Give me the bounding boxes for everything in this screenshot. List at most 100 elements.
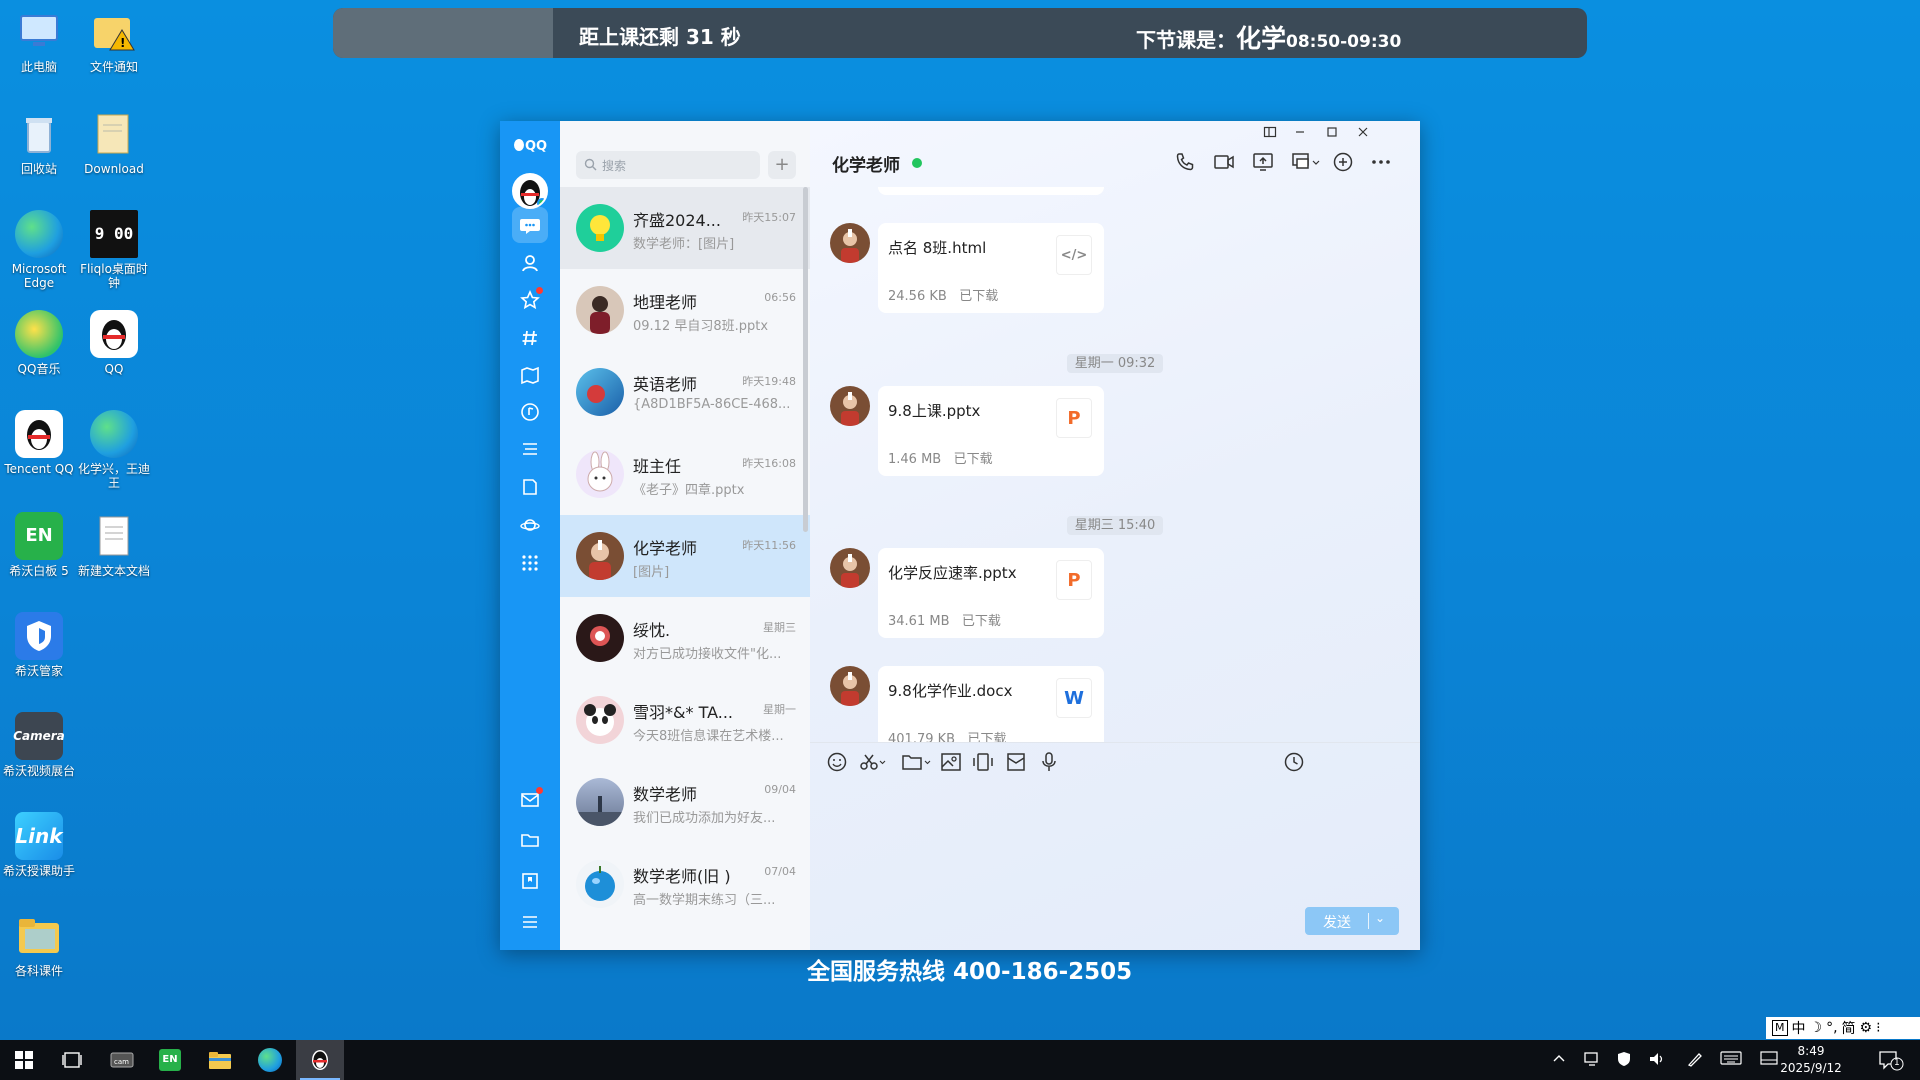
volume-button[interactable]: [1648, 1051, 1666, 1071]
taskbar-file-explorer[interactable]: [196, 1040, 244, 1080]
red-packet-button[interactable]: [1005, 751, 1027, 777]
start-button[interactable]: [0, 1040, 48, 1080]
nav-bookmarks[interactable]: [512, 863, 548, 899]
desktop-icon-file-notice[interactable]: ! 文件通知: [75, 8, 153, 74]
input-divider: [810, 742, 1420, 743]
pen-button[interactable]: [1686, 1051, 1704, 1071]
conversation-item-active[interactable]: 化学老师 昨天11:56 [图片]: [560, 515, 810, 597]
conversation-item[interactable]: 齐盛2024... 昨天15:07 数学老师：[图片]: [560, 187, 810, 269]
desktop-icon-this-pc[interactable]: 此电脑: [0, 8, 78, 74]
task-view-button[interactable]: [48, 1040, 96, 1080]
minimize-button[interactable]: [1288, 125, 1312, 143]
file-card[interactable]: 9.8上课.pptx 1.46 MB 已下载 P: [878, 386, 1104, 476]
more-icon[interactable]: ⁝: [1876, 1020, 1880, 1036]
nav-contacts[interactable]: [512, 245, 548, 281]
network-button[interactable]: [1584, 1051, 1602, 1071]
screen-share-button[interactable]: [1252, 151, 1274, 177]
search-input[interactable]: 搜索: [576, 151, 760, 179]
file-card[interactable]: 点名 8班.html 24.56 KB 已下载 </>: [878, 223, 1104, 313]
nav-files[interactable]: [512, 822, 548, 858]
close-button[interactable]: [1351, 125, 1375, 143]
moon-icon[interactable]: ☽: [1810, 1020, 1823, 1036]
gear-icon[interactable]: ⚙: [1860, 1020, 1873, 1036]
minimize-icon: [1296, 131, 1304, 133]
touch-keyboard-button[interactable]: [1720, 1051, 1742, 1069]
emoji-button[interactable]: [826, 751, 848, 777]
send-file-button[interactable]: [901, 751, 931, 777]
nav-apps[interactable]: [512, 545, 548, 581]
sender-avatar[interactable]: [830, 223, 870, 263]
conversation-item[interactable]: 地理老师 06:56 09.12 早自习8班.pptx: [560, 269, 810, 351]
conversation-item[interactable]: 雪羽*&* TA... 星期一 今天8班信息课在艺术楼...: [560, 679, 810, 761]
desktop-icon-download[interactable]: Download: [75, 110, 153, 176]
desktop-icon-courseware[interactable]: 各科课件: [0, 912, 78, 978]
history-button[interactable]: [1283, 751, 1305, 777]
desktop-icon-qq-music[interactable]: QQ音乐: [0, 310, 78, 376]
video-call-button[interactable]: [1213, 151, 1235, 177]
nav-channels[interactable]: [512, 320, 548, 356]
more-options-button[interactable]: [1370, 151, 1392, 177]
avatar: [576, 696, 624, 744]
nav-docs[interactable]: [512, 469, 548, 505]
nav-messages[interactable]: [512, 207, 548, 243]
security-button[interactable]: [1616, 1051, 1632, 1071]
screenshot-button[interactable]: [858, 751, 888, 777]
file-card[interactable]: 9.8化学作业.docx 401.79 KB 已下载 W: [878, 666, 1104, 742]
conversation-item[interactable]: 班主任 昨天16:08 《老子》四章.pptx: [560, 433, 810, 515]
taskbar-edge[interactable]: [246, 1040, 294, 1080]
desktop-icon-easinote[interactable]: EN 希沃白板 5: [0, 512, 78, 578]
maximize-button[interactable]: [1320, 125, 1344, 143]
voice-call-button[interactable]: [1174, 151, 1196, 177]
nav-main-menu[interactable]: [512, 904, 548, 940]
conversation-item[interactable]: 数学老师(旧 ) 07/04 高一数学期末练习（三...: [560, 843, 810, 925]
desktop-icon-tencent-qq[interactable]: Tencent QQ: [0, 410, 78, 476]
add-button[interactable]: +: [768, 151, 796, 179]
taskbar-qq[interactable]: [296, 1040, 344, 1080]
system-clock[interactable]: 8:49 2025/9/12: [1776, 1043, 1846, 1077]
shake-button[interactable]: [972, 751, 994, 777]
conversation-item[interactable]: 绥忱. 星期三 对方已成功接收文件"化...: [560, 597, 810, 679]
desktop-icon-seewo-link[interactable]: Link 希沃授课助手: [0, 812, 78, 878]
desktop-icon-seewo-camera[interactable]: Camera 希沃视频展台: [0, 712, 78, 778]
desktop-icon-seewo-manager[interactable]: 希沃管家: [0, 612, 78, 678]
desktop-icon-recycle-bin[interactable]: 回收站: [0, 110, 78, 176]
countdown-text: 距上课还剩 31 秒: [579, 25, 741, 49]
qq-window: QQ 搜索 + 齐盛2024... 昨天15:07 数学老师：[图片] 地理老师…: [500, 121, 1420, 950]
file-card[interactable]: 化学反应速率.pptx 34.61 MB 已下载 P: [878, 548, 1104, 638]
sender-avatar[interactable]: [830, 386, 870, 426]
list-scrollbar[interactable]: [803, 187, 808, 532]
taskbar-camera-app[interactable]: cam: [98, 1040, 146, 1080]
ime-simplified[interactable]: 简: [1842, 1018, 1856, 1038]
conversation-item[interactable]: 数学老师 09/04 我们已成功添加为好友...: [560, 761, 810, 843]
voice-message-button[interactable]: [1038, 751, 1060, 777]
nav-music[interactable]: [512, 394, 548, 430]
nav-favorites[interactable]: [512, 282, 548, 318]
desktop-icon-new-text[interactable]: 新建文本文档: [75, 512, 153, 578]
desktop-icon-edge[interactable]: Microsoft Edge: [0, 210, 78, 290]
my-avatar[interactable]: [512, 173, 548, 209]
desktop-icon-edge-shortcut[interactable]: 化学兴，王迪王: [75, 410, 153, 490]
punctuation-icon[interactable]: °,: [1826, 1020, 1837, 1036]
timestamp: 星期一 09:32: [810, 352, 1420, 373]
nav-game[interactable]: [512, 507, 548, 543]
ime-mode[interactable]: 中: [1792, 1018, 1806, 1038]
taskbar-easinote-app[interactable]: EN: [146, 1040, 194, 1080]
send-button[interactable]: 发送 ⌄: [1305, 907, 1399, 935]
nav-map[interactable]: [512, 357, 548, 393]
send-options-dropdown[interactable]: ⌄: [1375, 911, 1385, 925]
show-hidden-icons-button[interactable]: [1552, 1051, 1566, 1069]
pin-window-button[interactable]: [1258, 125, 1282, 143]
send-image-button[interactable]: [940, 751, 962, 777]
action-center-button[interactable]: 1: [1878, 1049, 1904, 1075]
ime-logo-icon[interactable]: M: [1772, 1020, 1788, 1036]
qq-nav-rail: QQ: [500, 121, 560, 950]
desktop-icon-qq[interactable]: QQ: [75, 310, 153, 376]
desktop-icon-fliqlo[interactable]: 9 00 Fliqlo桌面时钟: [75, 210, 153, 290]
sender-avatar[interactable]: [830, 666, 870, 706]
nav-mail[interactable]: [512, 782, 548, 818]
sender-avatar[interactable]: [830, 548, 870, 588]
conversation-item[interactable]: 英语老师 昨天19:48 {A8D1BF5A-86CE-468...: [560, 351, 810, 433]
remote-assist-button[interactable]: [1291, 151, 1321, 177]
nav-feed[interactable]: [512, 431, 548, 467]
add-member-button[interactable]: [1332, 151, 1354, 177]
